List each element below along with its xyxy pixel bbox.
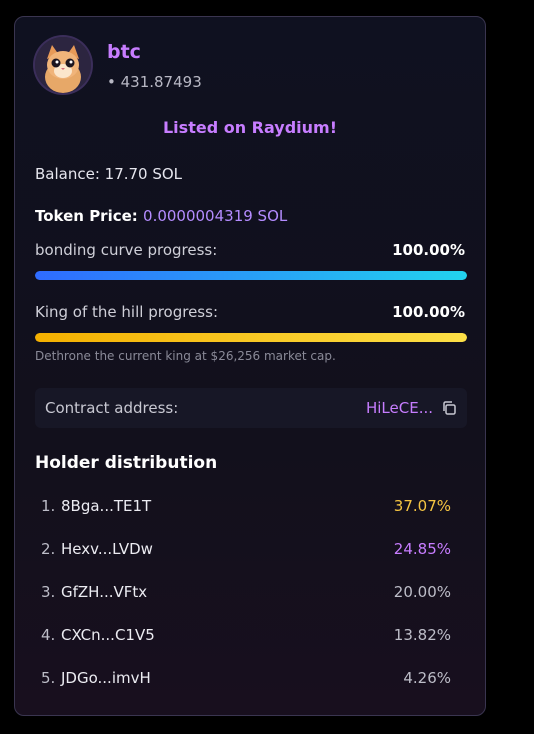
bonding-curve-fill bbox=[35, 271, 467, 280]
contract-address-label: Contract address: bbox=[45, 399, 179, 417]
holder-address[interactable]: CXCn...C1V5 bbox=[61, 626, 155, 644]
holder-percent: 4.26% bbox=[403, 669, 451, 687]
holder-rank: 1. bbox=[41, 497, 56, 515]
king-of-hill-fill bbox=[35, 333, 467, 342]
token-card: btc • 431.87493 Listed on Raydium! Balan… bbox=[14, 16, 486, 716]
holder-row[interactable]: 1. 8Bga...TE1T 37.07% bbox=[35, 497, 467, 521]
holder-rank: 4. bbox=[41, 626, 56, 644]
king-of-hill-percent: 100.00% bbox=[392, 303, 465, 321]
holder-distribution-title: Holder distribution bbox=[35, 453, 218, 473]
token-name[interactable]: btc bbox=[107, 41, 141, 63]
bonding-curve-label: bonding curve progress: bbox=[35, 241, 218, 259]
holder-rank: 5. bbox=[41, 669, 56, 687]
bonding-curve-bar bbox=[35, 271, 467, 280]
holder-row[interactable]: 5. JDGo...imvH 4.26% bbox=[35, 669, 467, 693]
contract-address-box: Contract address: HiLeCE... bbox=[35, 388, 467, 428]
token-price: Token Price: 0.0000004319 SOL bbox=[35, 207, 287, 225]
cat-avatar-icon bbox=[35, 37, 91, 93]
king-of-hill-label: King of the hill progress: bbox=[35, 303, 218, 321]
balance-text: Balance: 17.70 SOL bbox=[35, 165, 183, 183]
token-meta: • 431.87493 bbox=[107, 73, 202, 91]
holder-address[interactable]: JDGo...imvH bbox=[61, 669, 151, 687]
token-price-label: Token Price: bbox=[35, 207, 138, 225]
king-of-hill-bar bbox=[35, 333, 467, 342]
dethrone-note: Dethrone the current king at $26,256 mar… bbox=[35, 349, 336, 363]
token-avatar[interactable] bbox=[35, 37, 91, 93]
holder-address[interactable]: GfZH...VFtx bbox=[61, 583, 147, 601]
holder-percent: 37.07% bbox=[393, 497, 451, 515]
holder-percent: 24.85% bbox=[393, 540, 451, 558]
holder-percent: 13.82% bbox=[393, 626, 451, 644]
token-price-value: 0.0000004319 SOL bbox=[143, 207, 288, 225]
holder-row[interactable]: 4. CXCn...C1V5 13.82% bbox=[35, 626, 467, 650]
holder-rank: 3. bbox=[41, 583, 56, 601]
bonding-curve-percent: 100.00% bbox=[392, 241, 465, 259]
holder-address[interactable]: Hexv...LVDw bbox=[61, 540, 153, 558]
listed-status: Listed on Raydium! bbox=[162, 118, 338, 137]
holder-row[interactable]: 2. Hexv...LVDw 24.85% bbox=[35, 540, 467, 564]
holder-rank: 2. bbox=[41, 540, 56, 558]
contract-address-value[interactable]: HiLeCE... bbox=[366, 399, 433, 417]
copy-icon[interactable] bbox=[441, 400, 457, 416]
holder-address[interactable]: 8Bga...TE1T bbox=[61, 497, 151, 515]
holder-percent: 20.00% bbox=[393, 583, 451, 601]
holder-row[interactable]: 3. GfZH...VFtx 20.00% bbox=[35, 583, 467, 607]
